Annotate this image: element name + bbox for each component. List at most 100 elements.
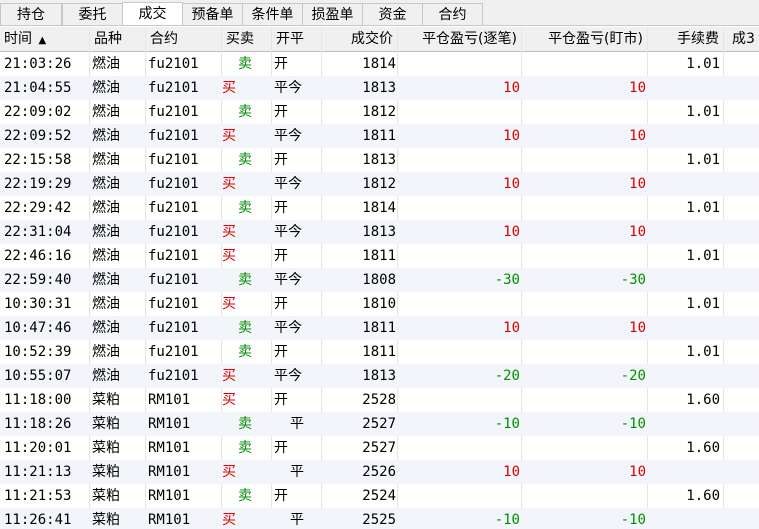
cell-contract: fu2101	[148, 344, 199, 360]
cell-pnl-trade: -30	[494, 272, 520, 288]
column-header-pnl-trade[interactable]: 平仓盈亏(逐笔)	[398, 27, 522, 51]
table-row[interactable]: 11:21:53 菜粕 RM101 卖 开 2524 1.60	[0, 484, 759, 508]
column-header-open-close[interactable]: 开平	[272, 27, 322, 51]
cell-fee: 1.01	[686, 248, 720, 264]
column-header-fee[interactable]: 手续费	[648, 27, 724, 51]
column-header-contract[interactable]: 合约	[146, 27, 222, 51]
column-header-price[interactable]: 成交价	[322, 27, 398, 51]
column-header-product[interactable]: 品种	[90, 27, 146, 51]
tab-1[interactable]: 持仓	[0, 3, 62, 25]
cell-side: 买	[222, 176, 236, 192]
table-row[interactable]: 10:52:39 燃油 fu2101 卖 开 1811 1.01	[0, 340, 759, 364]
cell-pnl-trade: 10	[503, 128, 520, 144]
cell-oc: 平今	[274, 224, 302, 240]
tab-8[interactable]: 合约	[422, 3, 483, 25]
cell-pnl-trade	[398, 52, 520, 76]
cell-pnl-mark: 10	[629, 176, 646, 192]
table-row[interactable]: 22:31:04 燃油 fu2101 买 平今 1813 10 10	[0, 220, 759, 244]
cell-pnl-mark	[522, 244, 646, 268]
table-row[interactable]: 22:09:02 燃油 fu2101 卖 开 1812 1.01	[0, 100, 759, 124]
cell-fee	[648, 220, 720, 244]
cell-side: 卖	[238, 416, 252, 432]
column-header-time-label: 时间	[4, 31, 32, 47]
tab-6[interactable]: 损盈单	[302, 3, 363, 25]
cell-oc: 开	[274, 152, 288, 168]
cell-price: 2524	[362, 488, 396, 504]
cell-pnl-mark	[522, 388, 646, 412]
cell-price: 1810	[362, 296, 396, 312]
cell-fee	[648, 364, 720, 388]
tab-2[interactable]: 委托	[62, 3, 123, 25]
cell-oc: 平今	[274, 368, 302, 384]
table-row[interactable]: 11:18:26 菜粕 RM101 卖 平 2527 -10 -10	[0, 412, 759, 436]
column-header-truncated[interactable]: 成3	[724, 27, 759, 51]
cell-oc: 平今	[274, 176, 302, 192]
table-row[interactable]: 11:21:13 菜粕 RM101 买 平 2526 10 10	[0, 460, 759, 484]
cell-fee: 1.60	[686, 488, 720, 504]
cell-time: 11:20:01	[4, 440, 72, 456]
table-row[interactable]: 11:18:00 菜粕 RM101 买 开 2528 1.60	[0, 388, 759, 412]
cell-fee: 1.01	[686, 296, 720, 312]
cell-fee: 1.60	[686, 392, 720, 408]
cell-oc: 平今	[274, 272, 302, 288]
cell-contract: fu2101	[148, 368, 199, 384]
cell-contract: RM101	[148, 392, 191, 408]
cell-price: 2528	[362, 392, 396, 408]
tab-3[interactable]: 成交	[122, 2, 183, 26]
cell-fee	[648, 124, 720, 148]
cell-oc: 平	[290, 512, 304, 528]
cell-pnl-mark	[522, 436, 646, 460]
cell-product: 燃油	[92, 272, 120, 288]
cell-oc: 开	[274, 392, 288, 408]
table-row[interactable]: 22:09:52 燃油 fu2101 买 平今 1811 10 10	[0, 124, 759, 148]
cell-time: 10:30:31	[4, 296, 72, 312]
table-row[interactable]: 22:15:58 燃油 fu2101 卖 开 1813 1.01	[0, 148, 759, 172]
tab-7[interactable]: 资金	[362, 3, 423, 25]
cell-product: 燃油	[92, 320, 120, 336]
column-header-pnl-mark[interactable]: 平仓盈亏(盯市)	[522, 27, 648, 51]
cell-pnl-trade	[398, 484, 520, 508]
cell-pnl-mark	[522, 100, 646, 124]
table-row[interactable]: 21:03:26 燃油 fu2101 卖 开 1814 1.01	[0, 52, 759, 76]
cell-contract: fu2101	[148, 296, 199, 312]
cell-pnl-trade	[398, 436, 520, 460]
cell-price: 1813	[362, 152, 396, 168]
cell-oc: 平今	[274, 128, 302, 144]
cell-contract: fu2101	[148, 224, 199, 240]
table-row[interactable]: 22:46:16 燃油 fu2101 买 开 1811 1.01	[0, 244, 759, 268]
column-header-side[interactable]: 买卖	[222, 27, 272, 51]
table-row[interactable]: 10:55:07 燃油 fu2101 买 平今 1813 -20 -20	[0, 364, 759, 388]
table-row[interactable]: 11:20:01 菜粕 RM101 卖 开 2527 1.60	[0, 436, 759, 460]
table-row[interactable]: 21:04:55 燃油 fu2101 买 平今 1813 10 10	[0, 76, 759, 100]
table-row[interactable]: 10:47:46 燃油 fu2101 卖 平今 1811 10 10	[0, 316, 759, 340]
cell-time: 11:21:53	[4, 488, 72, 504]
cell-contract: fu2101	[148, 200, 199, 216]
cell-oc: 平今	[274, 80, 302, 96]
cell-fee: 1.60	[686, 440, 720, 456]
column-header-time[interactable]: 时间 ▲	[0, 27, 90, 51]
cell-time: 21:03:26	[4, 56, 72, 72]
cell-pnl-mark: -10	[620, 416, 646, 432]
cell-product: 菜粕	[92, 512, 120, 528]
table-row[interactable]: 22:59:40 燃油 fu2101 卖 平今 1808 -30 -30	[0, 268, 759, 292]
table-row[interactable]: 22:19:29 燃油 fu2101 买 平今 1812 10 10	[0, 172, 759, 196]
tab-5[interactable]: 条件单	[242, 3, 303, 25]
cell-price: 1813	[362, 368, 396, 384]
tab-bar: 持仓 委托 成交 预备单 条件单 损盈单 资金 合约	[0, 0, 759, 26]
cell-pnl-trade: 10	[503, 224, 520, 240]
cell-contract: fu2101	[148, 56, 199, 72]
cell-pnl-trade: -10	[494, 512, 520, 528]
cell-pnl-mark: 10	[629, 80, 646, 96]
cell-product: 燃油	[92, 80, 120, 96]
cell-time: 22:15:58	[4, 152, 72, 168]
cell-product: 燃油	[92, 296, 120, 312]
cell-pnl-trade	[398, 244, 520, 268]
table-row[interactable]: 22:29:42 燃油 fu2101 卖 开 1814 1.01	[0, 196, 759, 220]
cell-product: 菜粕	[92, 416, 120, 432]
table-row[interactable]: 11:26:41 菜粕 RM101 买 平 2525 -10 -10	[0, 508, 759, 529]
cell-side: 卖	[238, 440, 252, 456]
table-row[interactable]: 10:30:31 燃油 fu2101 买 开 1810 1.01	[0, 292, 759, 316]
tab-4[interactable]: 预备单	[182, 3, 243, 25]
tab-divider	[0, 25, 759, 26]
sort-ascending-icon: ▲	[38, 35, 47, 46]
